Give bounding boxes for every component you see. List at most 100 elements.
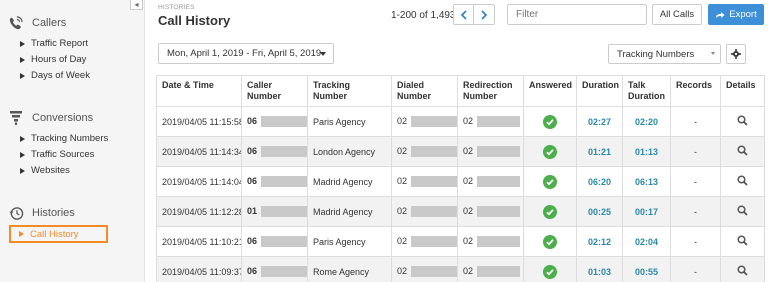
column-header-talk-duration[interactable]: Talk Duration [622, 75, 671, 107]
caret-right-icon [20, 56, 25, 63]
section-histories[interactable]: Histories [8, 205, 75, 221]
sidebar-item-hours-of-day[interactable]: Hours of Day [20, 54, 86, 65]
magnifier-icon[interactable] [737, 205, 748, 218]
column-header-redirection-number[interactable]: Redirection Number [457, 75, 524, 107]
check-circle-icon [543, 234, 557, 249]
caret-right-icon [20, 40, 25, 47]
cell-details[interactable] [720, 136, 765, 167]
section-callers[interactable]: Callers [8, 15, 66, 31]
caller-prefix: 01 [247, 205, 258, 216]
column-header-details[interactable]: Details [720, 75, 765, 107]
cell-tracking-number: London Agency [307, 136, 392, 167]
sidebar-item-label: Days of Week [31, 70, 90, 81]
cell-answered [523, 256, 577, 282]
sidebar: ◂ Callers Traffic Report Hours of Day Da… [0, 0, 145, 282]
filter-input[interactable] [507, 4, 647, 25]
cell-talk-duration: 00:55 [622, 256, 671, 282]
table-row[interactable]: 2019/04/05 11:10:21 06 Paris Agency 02 02 02:… [156, 226, 765, 257]
cell-duration: 00:25 [576, 196, 623, 227]
cell-details[interactable] [720, 226, 765, 257]
cell-date: 2019/04/05 11:14:04 [156, 166, 242, 197]
sidebar-item-traffic-sources[interactable]: Traffic Sources [20, 149, 94, 160]
column-header-duration[interactable]: Duration [576, 75, 623, 107]
cell-dialed-number: 02 [391, 226, 458, 257]
cell-duration: 02:27 [576, 106, 623, 137]
collapse-sidebar-button[interactable]: ◂ [130, 0, 143, 10]
redirection-prefix: 02 [463, 115, 474, 126]
cell-details[interactable] [720, 256, 765, 282]
all-calls-button[interactable]: All Calls [652, 4, 702, 25]
table-row[interactable]: 2019/04/05 11:09:37 06 Rome Agency 02 02 01:0… [156, 256, 765, 282]
cell-records: - [670, 136, 721, 167]
settings-button[interactable] [726, 44, 746, 64]
sidebar-item-label: Traffic Report [31, 38, 89, 49]
pagination-range: 1-200 of 1,493 [391, 10, 456, 21]
sidebar-item-days-of-week[interactable]: Days of Week [20, 70, 90, 81]
sidebar-item-tracking-numbers[interactable]: Tracking Numbers [20, 133, 108, 144]
talk-duration-value: 00:55 [634, 266, 659, 277]
redacted-block [411, 206, 457, 218]
redacted-block [477, 266, 521, 278]
cell-duration: 02:12 [576, 226, 623, 257]
redacted-block [261, 176, 307, 188]
cell-caller-number: 06 [241, 136, 308, 167]
cell-answered [523, 196, 577, 227]
magnifier-icon[interactable] [737, 145, 748, 158]
column-header-tracking-number[interactable]: Tracking Number [307, 75, 392, 107]
magnifier-icon[interactable] [737, 115, 748, 128]
export-button[interactable]: Export [708, 4, 764, 25]
header-label: Talk [628, 80, 646, 90]
date-range-picker[interactable]: Mon, April 1, 2019 - Fri, April 5, 2019 [158, 43, 334, 64]
cell-details[interactable] [720, 106, 765, 137]
sidebar-item-label: Traffic Sources [31, 149, 95, 160]
table-row[interactable]: 2019/04/05 11:12:28 01 Madrid Agency 02 02 00… [156, 196, 765, 227]
column-header-caller-number[interactable]: Caller Number [241, 75, 308, 107]
column-header-answered[interactable]: Answered [523, 75, 577, 107]
check-circle-icon [543, 204, 557, 219]
cell-details[interactable] [720, 166, 765, 197]
funnel-icon [8, 110, 24, 126]
dialed-prefix: 02 [397, 205, 408, 216]
column-header-date[interactable]: Date & Time [156, 75, 242, 107]
magnifier-icon[interactable] [737, 235, 748, 248]
column-header-records[interactable]: Records [670, 75, 721, 107]
redacted-block [261, 236, 307, 248]
prev-page-button[interactable] [453, 4, 474, 25]
sidebar-item-traffic-report[interactable]: Traffic Report [20, 38, 88, 49]
caller-prefix: 06 [247, 265, 258, 276]
redacted-block [477, 146, 521, 158]
magnifier-icon[interactable] [737, 175, 748, 188]
cell-tracking-number: Paris Agency [307, 106, 392, 137]
duration-value: 00:25 [587, 206, 612, 217]
cell-talk-duration: 02:04 [622, 226, 671, 257]
table-header-row: Date & Time Caller Number Tracking Number… [156, 75, 765, 107]
caret-right-icon [20, 167, 25, 174]
section-conversions-title: Conversions [32, 112, 94, 124]
cell-talk-duration: 06:13 [622, 166, 671, 197]
next-page-button[interactable] [474, 4, 495, 25]
header-label: Duration [582, 80, 619, 90]
column-header-dialed-number[interactable]: Dialed Number [391, 75, 458, 107]
sidebar-item-call-history[interactable]: Call History [9, 225, 108, 243]
cell-dialed-number: 02 [391, 196, 458, 227]
check-circle-icon [543, 264, 557, 279]
cell-redirection-number: 02 [457, 256, 524, 282]
sidebar-item-websites[interactable]: Websites [20, 165, 70, 176]
sidebar-item-label: Call History [30, 228, 79, 240]
redacted-block [477, 176, 521, 188]
duration-value: 02:27 [587, 116, 612, 127]
talk-duration-value: 00:17 [634, 206, 659, 217]
redacted-block [411, 116, 457, 128]
cell-records: - [670, 256, 721, 282]
tracking-numbers-select[interactable]: Tracking Numbers [608, 44, 721, 64]
table-row[interactable]: 2019/04/05 11:14:04 06 Madrid Agency 02 02 06… [156, 166, 765, 197]
cell-details[interactable] [720, 196, 765, 227]
magnifier-icon[interactable] [737, 265, 748, 278]
section-conversions[interactable]: Conversions [8, 110, 93, 126]
table-row[interactable]: 2019/04/05 11:15:58 06 Paris Agency 02 02 02:… [156, 106, 765, 137]
sidebar-item-label: Websites [31, 165, 70, 176]
caller-prefix: 06 [247, 115, 258, 126]
table-row[interactable]: 2019/04/05 11:14:34 06 London Agency 02 02 01… [156, 136, 765, 167]
cell-caller-number: 01 [241, 196, 308, 227]
redirection-prefix: 02 [463, 205, 474, 216]
